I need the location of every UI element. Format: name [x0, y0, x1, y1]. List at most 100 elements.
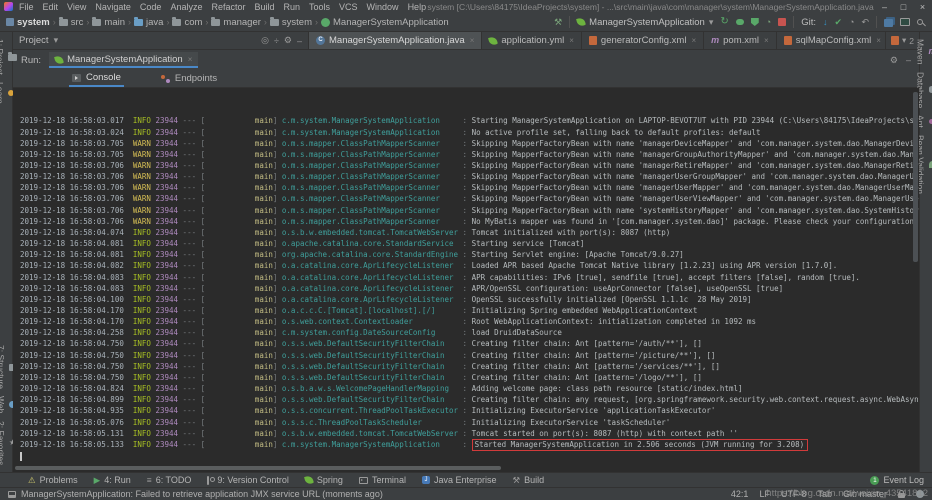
menu-vcs[interactable]: VCS — [339, 2, 358, 12]
hector-inspections-icon[interactable] — [916, 490, 924, 498]
highlighted-log-message: Started ManagerSystemApplication in 2.50… — [472, 439, 809, 451]
horizontal-scrollbar[interactable] — [15, 466, 501, 470]
menu-build[interactable]: Build — [254, 2, 274, 12]
log-message: Initializing ExecutorService 'applicatio… — [472, 406, 716, 415]
caret-position[interactable]: 42:1 — [731, 489, 749, 499]
close-icon[interactable]: × — [876, 36, 881, 45]
toolbar-button-terminal[interactable]: Terminal — [359, 475, 406, 485]
run-tab[interactable]: ManagerSystemApplication × — [49, 52, 198, 68]
debug-button[interactable] — [736, 19, 744, 25]
toolbar-button-java-enterprise[interactable]: JJava Enterprise — [422, 475, 497, 485]
hidden-tabs-indicator[interactable]: ▾ 2 — [885, 32, 919, 49]
menu-analyze[interactable]: Analyze — [170, 2, 202, 12]
lock-icon[interactable] — [898, 493, 905, 498]
tab-endpoints[interactable]: Endpoints — [158, 70, 220, 87]
file-encoding[interactable]: UTF-8 — [781, 489, 807, 499]
toolwindow-toggle-icon[interactable] — [8, 491, 16, 498]
breadcrumb-item-java[interactable]: java — [134, 17, 163, 28]
line-separator[interactable]: LF — [759, 489, 770, 499]
vertical-scrollbar[interactable] — [913, 92, 918, 262]
editor-tab-managersystemapplication-java[interactable]: CManagerSystemApplication.java× — [309, 32, 482, 49]
warning-icon: ⚠ — [28, 476, 36, 485]
close-icon[interactable]: × — [188, 55, 193, 64]
toolbar-button-build[interactable]: ⚒Build — [512, 475, 544, 485]
tab-console[interactable]: Console — [69, 70, 124, 87]
settings-gear-icon[interactable]: ⚙ — [890, 55, 898, 66]
stop-button[interactable] — [778, 18, 786, 26]
maven-icon: m — [929, 47, 932, 56]
minimize-button[interactable]: – — [875, 2, 894, 12]
menu-window[interactable]: Window — [367, 2, 399, 12]
menu-view[interactable]: View — [67, 2, 86, 12]
menu-refactor[interactable]: Refactor — [211, 2, 245, 12]
toolbar-button-4-run[interactable]: ▶4: Run — [94, 475, 131, 485]
editor-tab-sqlmapconfig-xml[interactable]: sqlMapConfig.xml× — [777, 32, 885, 49]
coverage-button[interactable] — [751, 18, 759, 26]
breadcrumb-item-com[interactable]: com — [172, 17, 202, 28]
breadcrumb-item-src[interactable]: src — [59, 17, 84, 28]
toolwindow-button-label: 7: Structure — [0, 345, 6, 389]
breadcrumb-item-system[interactable]: system — [6, 17, 50, 28]
project-panel-title[interactable]: Project — [19, 35, 49, 46]
breadcrumb-item-main[interactable]: main — [92, 17, 125, 28]
navigation-bar: system›src›main›java›com›manager›system›… — [0, 13, 932, 32]
indent-style[interactable]: Tab — [817, 489, 832, 499]
breadcrumb-label: ManagerSystemApplication — [333, 17, 449, 28]
toolwindow-button-learn[interactable]: Learn — [0, 82, 14, 104]
toolbar-button-spring[interactable]: Spring — [305, 475, 343, 485]
git-branch[interactable]: Git: master — [843, 489, 887, 499]
terminal-window-icon[interactable] — [900, 18, 910, 26]
git-rollback-icon[interactable]: ↶ — [861, 17, 869, 27]
editor-tab-generatorconfig-xml[interactable]: generatorConfig.xml× — [582, 32, 704, 49]
locate-file-icon[interactable]: ◎ — [261, 35, 269, 46]
close-icon[interactable]: × — [691, 36, 696, 45]
maximize-button[interactable]: □ — [894, 2, 913, 12]
breadcrumb-item-system[interactable]: system — [270, 17, 312, 28]
close-button[interactable]: × — [913, 2, 932, 12]
toolbar-button-9-version-control[interactable]: 9: Version Control — [207, 475, 289, 485]
menu-edit[interactable]: Edit — [43, 2, 59, 12]
window-title: system [C:\Users\84175\IdeaProjects\syst… — [426, 2, 875, 12]
toolbar-button-problems[interactable]: ⚠Problems — [28, 475, 78, 485]
build-hammer-icon[interactable]: ⚒ — [554, 17, 562, 27]
xml-icon — [784, 36, 792, 45]
git-commit-icon[interactable]: ✔ — [834, 17, 842, 27]
menu-navigate[interactable]: Navigate — [95, 2, 131, 12]
editor-tab-application-yml[interactable]: application.yml× — [482, 32, 582, 49]
run-panel-tabs: Console Endpoints — [13, 70, 919, 88]
git-update-icon[interactable]: ↓ — [823, 17, 828, 27]
close-icon[interactable]: × — [569, 36, 574, 45]
menu-help[interactable]: Help — [408, 2, 427, 12]
hide-panel-icon[interactable]: – — [906, 55, 911, 65]
editor-tab-pom-xml[interactable]: mpom.xml× — [704, 32, 777, 49]
ant-icon — [929, 119, 932, 124]
git-history-icon[interactable]: ◔ — [849, 17, 854, 27]
run-configuration-select[interactable]: ManagerSystemApplication ▾ — [577, 17, 713, 28]
toolwindow-button-maven[interactable]: mMaven — [916, 39, 932, 65]
breadcrumb-separator: › — [53, 17, 56, 27]
status-widgets: 42:1 LF UTF-8 Tab Git: master — [731, 489, 924, 499]
log-message: Skipping MapperFactoryBean with name 'ma… — [472, 183, 919, 192]
event-log-button[interactable]: 1 Event Log — [870, 475, 924, 485]
profiler-button[interactable]: ◔ — [766, 18, 771, 27]
search-everywhere-icon[interactable] — [917, 19, 923, 25]
rerun-button[interactable]: ↻ — [720, 17, 728, 27]
recent-files-icon[interactable] — [884, 19, 893, 27]
menu-file[interactable]: File — [19, 2, 34, 12]
menu-run[interactable]: Run — [284, 2, 301, 12]
console-log[interactable]: 2019-12-18 16:58:03.017 INFO 23944 --- [… — [13, 88, 919, 472]
log-line: 2019-12-18 16:58:03.706 WARN 23944 --- [… — [20, 171, 919, 182]
hide-panel-icon[interactable]: – — [297, 36, 302, 46]
menu-tools[interactable]: Tools — [309, 2, 330, 12]
close-icon[interactable]: × — [764, 36, 769, 45]
breadcrumb-item-manager[interactable]: manager — [211, 17, 261, 28]
run-configuration-label: ManagerSystemApplication — [589, 17, 705, 28]
breadcrumb-item-managersystemapplication[interactable]: ManagerSystemApplication — [321, 17, 449, 28]
menu-code[interactable]: Code — [140, 2, 162, 12]
bottom-toolbar: ⚠Problems ▶4: Run ≡6: TODO 9: Version Contr… — [0, 472, 932, 487]
package-icon — [211, 19, 220, 26]
close-icon[interactable]: × — [470, 36, 475, 45]
toolbar-button-6-todo[interactable]: ≡6: TODO — [147, 475, 192, 485]
settings-gear-icon[interactable]: ⚙ — [284, 35, 292, 46]
collapse-all-icon[interactable]: ÷ — [274, 36, 279, 46]
